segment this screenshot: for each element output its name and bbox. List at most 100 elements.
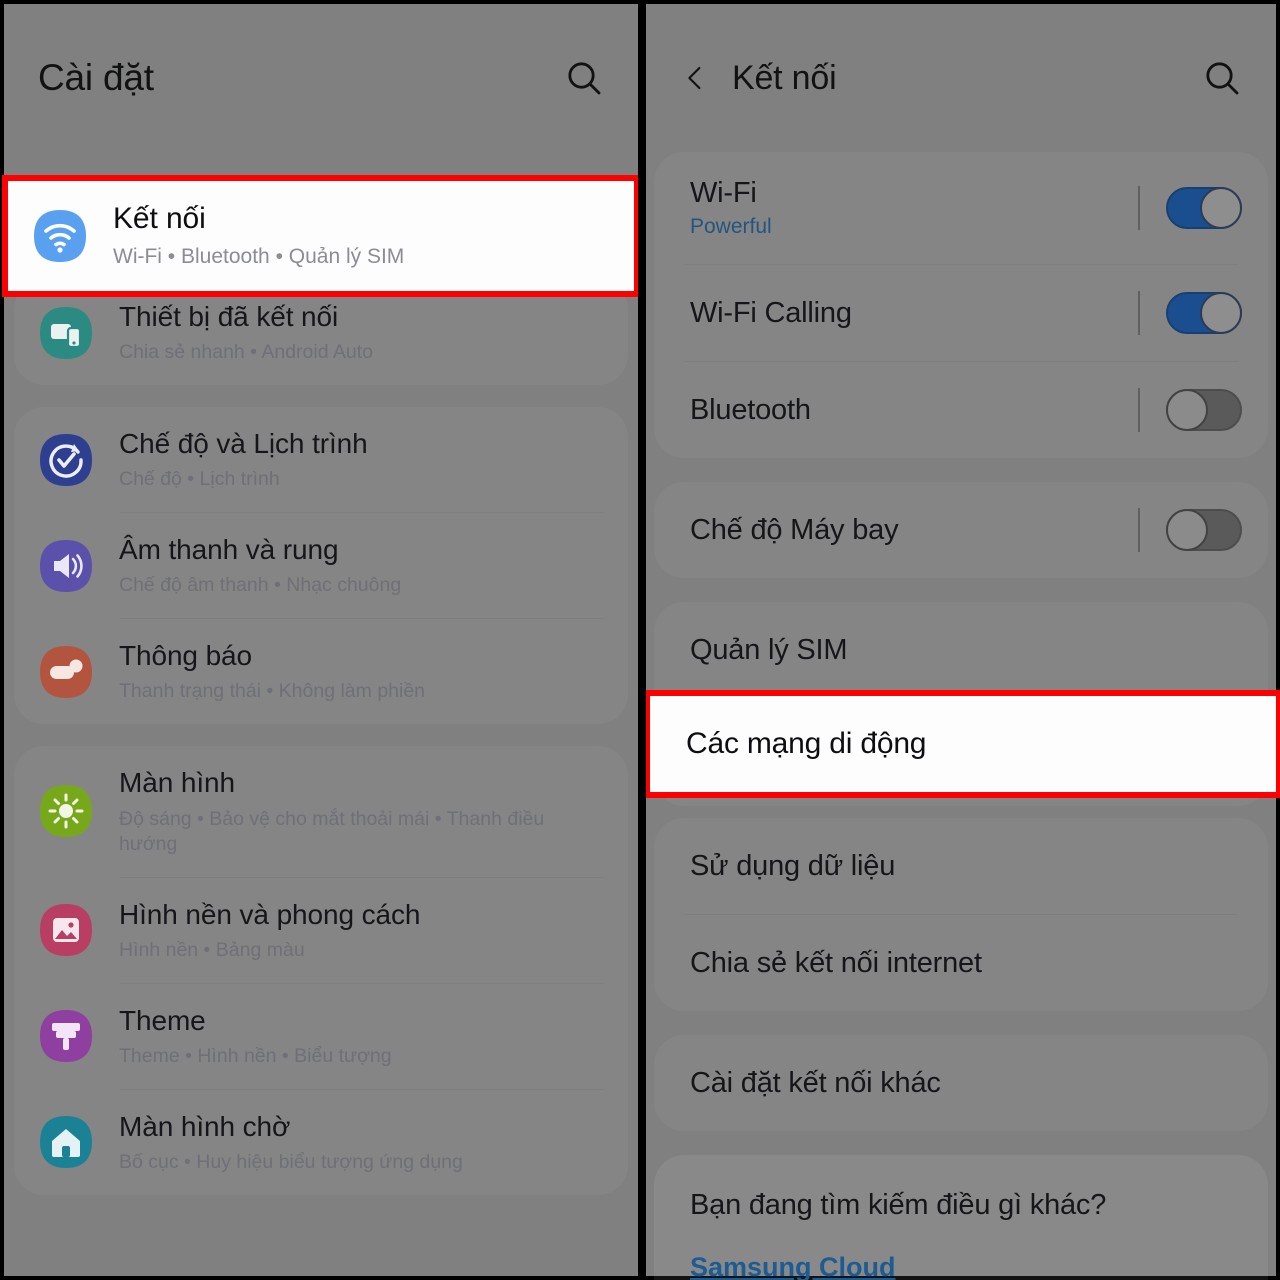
settings-header: Cài đặt bbox=[4, 4, 638, 152]
list-item-sim-manager[interactable]: Quản lý SIM bbox=[654, 602, 1268, 698]
list-item[interactable]: Hình nền và phong cách Hình nền • Bảng m… bbox=[14, 878, 628, 983]
list-item-title: Cài đặt kết nối khác bbox=[690, 1066, 941, 1099]
settings-group-display: Màn hình Độ sáng • Bảo vệ cho mắt thoải … bbox=[14, 746, 628, 1195]
list-item-title: Hình nền và phong cách bbox=[119, 898, 421, 930]
list-item-subtitle: Hình nền • Bảng màu bbox=[119, 938, 305, 961]
wifi-toggle-wrap[interactable] bbox=[1138, 186, 1242, 230]
toggle-knob bbox=[1200, 187, 1242, 229]
highlight-connections-row[interactable]: Kết nối Wi-Fi • Bluetooth • Quản lý SIM bbox=[2, 175, 638, 297]
list-item-texts: Quản lý SIM bbox=[690, 634, 1242, 667]
list-item-texts: Chế độ và Lịch trình Chế độ • Lịch trình bbox=[119, 427, 368, 492]
list-item-texts: Hình nền và phong cách Hình nền • Bảng m… bbox=[119, 898, 420, 963]
list-item[interactable]: Màn hình chờ Bố cục • Huy hiệu biểu tượn… bbox=[14, 1090, 628, 1195]
wifi-toggle[interactable] bbox=[1166, 187, 1242, 229]
connections-row-title: Kết nối bbox=[113, 202, 206, 236]
list-item-subtitle: Bố cục • Huy hiệu biểu tượng ứng dụng bbox=[119, 1150, 463, 1173]
page-title: Kết nối bbox=[732, 58, 837, 97]
airplane-toggle-wrap[interactable] bbox=[1138, 508, 1242, 552]
connections-group-other: Cài đặt kết nối khác bbox=[654, 1035, 1268, 1131]
page-title: Cài đặt bbox=[38, 57, 154, 98]
list-item-texts: Wi-Fi Powerful bbox=[690, 177, 1138, 239]
list-item-subtitle: Độ sáng • Bảo vệ cho mắt thoải mái • Tha… bbox=[119, 807, 545, 855]
mobile-networks-row-title: Các mạng di động bbox=[686, 727, 927, 760]
list-item-title: Thiết bị đã kết nối bbox=[119, 301, 339, 332]
list-item-subtitle: Chế độ âm thanh • Nhạc chuông bbox=[119, 574, 402, 597]
list-item-texts: Chế độ Máy bay bbox=[690, 514, 1138, 547]
list-item-title: Quản lý SIM bbox=[690, 633, 848, 666]
connections-screen: Kết nối Wi-Fi Powerful Wi-Fi Calling Blu… bbox=[646, 0, 1280, 1280]
connections-row-subtitle: Wi-Fi • Bluetooth • Quản lý SIM bbox=[113, 244, 405, 268]
list-item-texts: Màn hình chờ Bố cục • Huy hiệu biểu tượn… bbox=[119, 1110, 463, 1175]
list-item-title: Bluetooth bbox=[690, 393, 811, 426]
list-item-title: Âm thanh và rung bbox=[119, 534, 339, 566]
toggle-separator bbox=[1138, 186, 1140, 230]
connections-group-airplane: Chế độ Máy bay bbox=[654, 482, 1268, 578]
list-item-title: Theme bbox=[119, 1004, 206, 1036]
back-button[interactable] bbox=[680, 61, 710, 95]
airplane-mode-toggle[interactable] bbox=[1166, 509, 1242, 551]
list-item-title: Sử dụng dữ liệu bbox=[690, 849, 896, 882]
list-item-title: Chế độ và Lịch trình bbox=[119, 428, 368, 460]
connections-group-data: Sử dụng dữ liệu Chia sẻ kết nối internet bbox=[654, 818, 1268, 1011]
list-item-title: Chế độ Máy bay bbox=[690, 513, 899, 546]
list-item-internet-sharing[interactable]: Chia sẻ kết nối internet bbox=[654, 915, 1268, 1011]
list-item-subtitle: Powerful bbox=[690, 215, 772, 238]
search-icon[interactable] bbox=[1202, 58, 1242, 98]
toggle-knob bbox=[1200, 292, 1242, 334]
connected-devices-icon bbox=[38, 305, 94, 361]
list-item[interactable]: Âm thanh và rung Chế độ âm thanh • Nhạc … bbox=[14, 513, 628, 618]
bluetooth-toggle[interactable] bbox=[1166, 389, 1242, 431]
list-item-airplane-mode[interactable]: Chế độ Máy bay bbox=[654, 482, 1268, 578]
list-item-texts: Theme Theme • Hình nền • Biểu tượng bbox=[119, 1004, 392, 1069]
list-item-subtitle: Thanh trạng thái • Không làm phiền bbox=[119, 680, 426, 703]
wifi-calling-toggle[interactable] bbox=[1166, 292, 1242, 334]
mobile-networks-row[interactable]: Các mạng di động bbox=[650, 696, 1276, 792]
list-item-texts: Màn hình Độ sáng • Bảo vệ cho mắt thoải … bbox=[119, 766, 604, 856]
connections-row[interactable]: Kết nối Wi-Fi • Bluetooth • Quản lý SIM bbox=[8, 181, 634, 291]
list-item-texts: Cài đặt kết nối khác bbox=[690, 1067, 1242, 1100]
search-icon[interactable] bbox=[564, 58, 604, 98]
list-item-subtitle: Theme • Hình nền • Biểu tượng bbox=[119, 1044, 392, 1067]
connections-group-wireless: Wi-Fi Powerful Wi-Fi Calling Bluetooth bbox=[654, 152, 1268, 458]
list-item-texts: Sử dụng dữ liệu bbox=[690, 850, 1242, 883]
dual-screenshot-container: Cài đặt Thiết bị đã kết nối Chia sẻ nhan… bbox=[0, 0, 1280, 1280]
list-item-texts: Bluetooth bbox=[690, 394, 1138, 427]
panel-divider bbox=[638, 0, 646, 1280]
wifi-calling-toggle-wrap[interactable] bbox=[1138, 291, 1242, 335]
bluetooth-toggle-wrap[interactable] bbox=[1138, 388, 1242, 432]
sound-vibration-icon bbox=[38, 538, 94, 594]
list-item-data-usage[interactable]: Sử dụng dữ liệu bbox=[654, 818, 1268, 914]
list-item-subtitle: Chế độ • Lịch trình bbox=[119, 468, 280, 491]
list-item-other-connection-settings[interactable]: Cài đặt kết nối khác bbox=[654, 1035, 1268, 1131]
list-item-wifi[interactable]: Wi-Fi Powerful bbox=[654, 152, 1268, 264]
list-item[interactable]: Theme Theme • Hình nền • Biểu tượng bbox=[14, 984, 628, 1089]
list-item-title: Wi-Fi Calling bbox=[690, 296, 852, 329]
toggle-knob bbox=[1166, 509, 1208, 551]
list-item-wifi-calling[interactable]: Wi-Fi Calling bbox=[654, 265, 1268, 361]
wifi-icon bbox=[32, 208, 88, 264]
list-item-texts: Wi-Fi Calling bbox=[690, 297, 1138, 330]
list-item-title: Màn hình chờ bbox=[119, 1110, 291, 1142]
settings-group-personal: Chế độ và Lịch trình Chế độ • Lịch trình bbox=[14, 407, 628, 725]
footer-question: Bạn đang tìm kiếm điều gì khác? bbox=[690, 1189, 1107, 1221]
list-item[interactable]: Màn hình Độ sáng • Bảo vệ cho mắt thoải … bbox=[14, 746, 628, 876]
list-item-title: Màn hình bbox=[119, 767, 235, 799]
home-screen-icon bbox=[38, 1114, 94, 1170]
samsung-cloud-link[interactable]: Samsung Cloud bbox=[690, 1252, 1232, 1280]
display-icon bbox=[38, 783, 94, 839]
highlight-mobile-networks-row[interactable]: Các mạng di động bbox=[646, 690, 1280, 798]
looking-for-something-else-card: Bạn đang tìm kiếm điều gì khác? Samsung … bbox=[654, 1155, 1268, 1280]
list-item[interactable]: Thông báo Thanh trạng thái • Không làm p… bbox=[14, 619, 628, 724]
list-item-texts: Chia sẻ kết nối internet bbox=[690, 947, 1242, 980]
toggle-knob bbox=[1166, 389, 1208, 431]
theme-icon bbox=[38, 1008, 94, 1064]
notifications-icon bbox=[38, 644, 94, 700]
list-item-bluetooth[interactable]: Bluetooth bbox=[654, 362, 1268, 458]
toggle-separator bbox=[1138, 388, 1140, 432]
list-item[interactable]: Chế độ và Lịch trình Chế độ • Lịch trình bbox=[14, 407, 628, 512]
settings-screen-inner: Cài đặt Thiết bị đã kết nối Chia sẻ nhan… bbox=[0, 0, 638, 1280]
list-item-title: Wi-Fi bbox=[690, 177, 757, 209]
connections-header: Kết nối bbox=[646, 4, 1276, 152]
list-item-title: Chia sẻ kết nối internet bbox=[690, 946, 982, 979]
connections-row-texts: Kết nối Wi-Fi • Bluetooth • Quản lý SIM bbox=[113, 201, 404, 270]
